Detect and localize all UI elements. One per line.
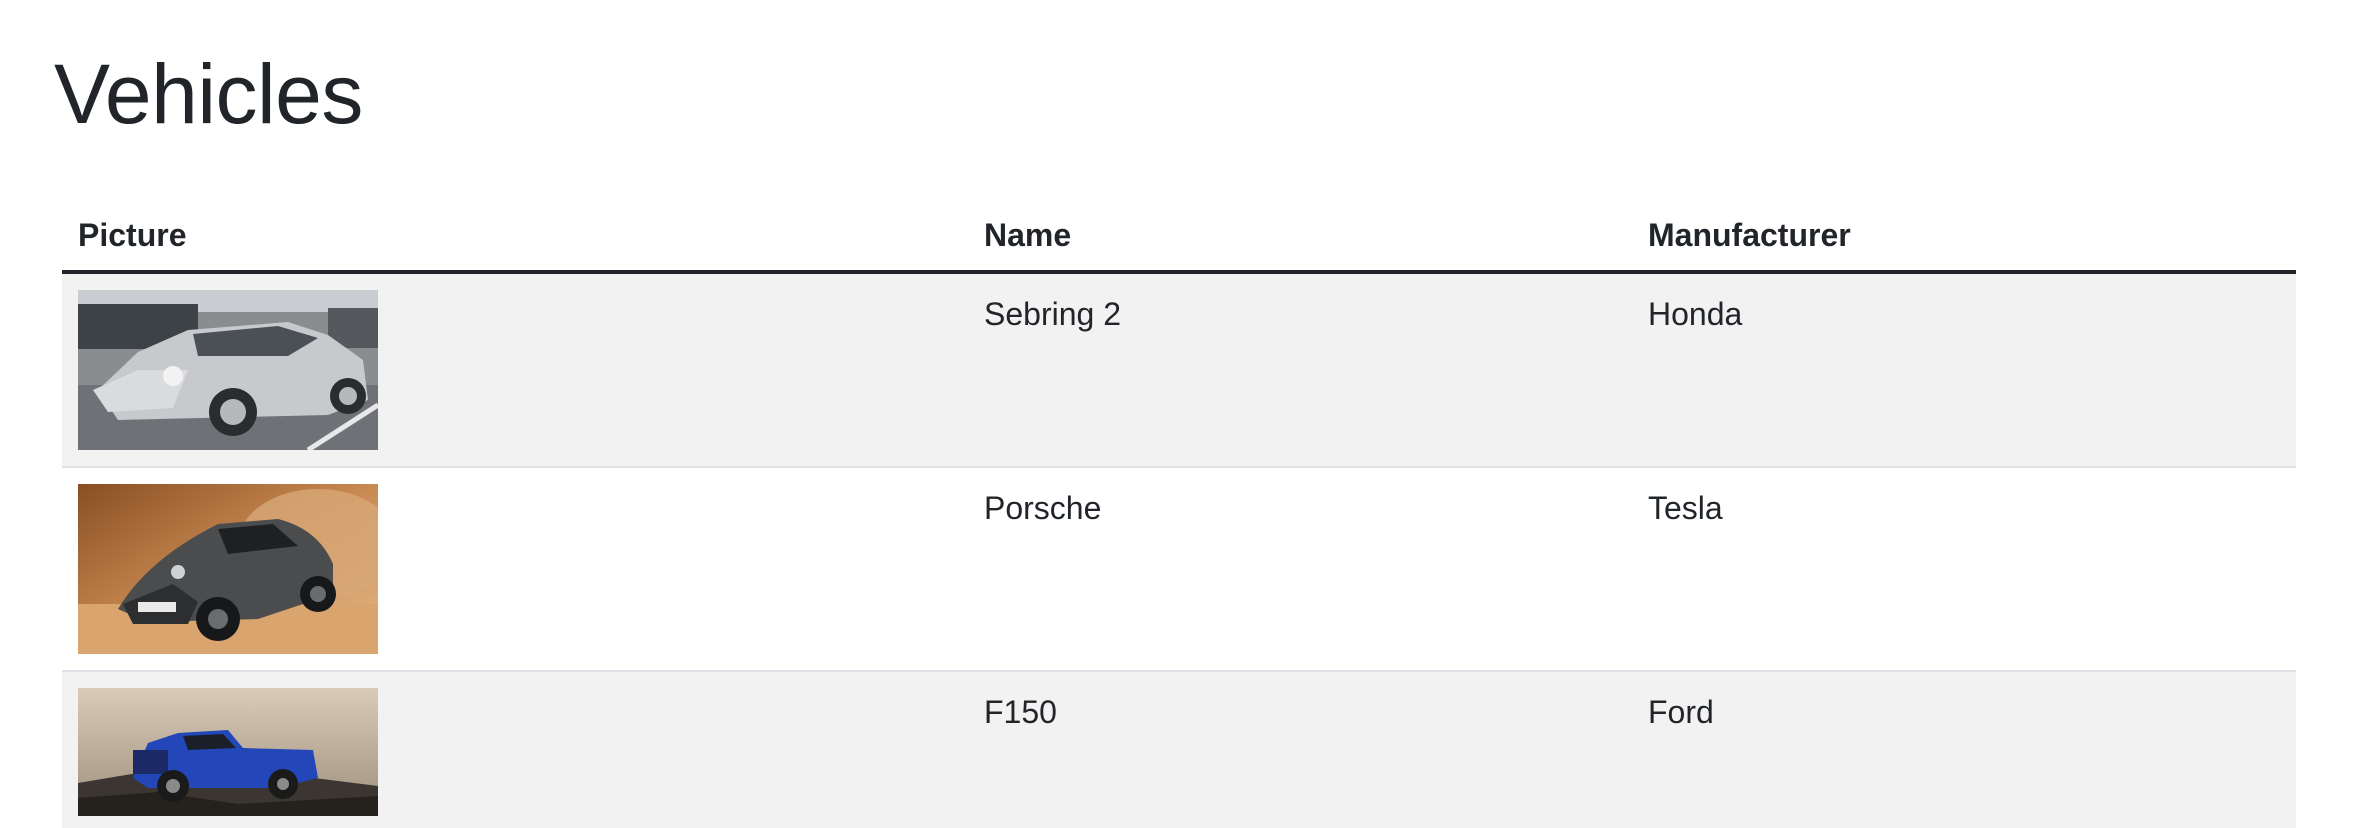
vehicle-name: Porsche bbox=[984, 490, 1102, 526]
vehicle-name: Sebring 2 bbox=[984, 296, 1121, 332]
table-row: Porsche Tesla bbox=[62, 467, 2296, 672]
name-cell: F150 bbox=[968, 671, 1632, 828]
page-title: Vehicles bbox=[54, 47, 363, 141]
vehicle-picture bbox=[78, 484, 378, 654]
picture-cell bbox=[62, 272, 968, 468]
vehicle-manufacturer: Honda bbox=[1648, 296, 1743, 332]
manufacturer-cell: Honda bbox=[1632, 272, 2296, 468]
table-body: Sebring 2 Honda Porsche Tesla F150 Ford bbox=[62, 272, 2296, 828]
table-header-row: Picture Name Manufacturer bbox=[62, 200, 2296, 274]
table-row: F150 Ford bbox=[62, 671, 2296, 828]
vehicles-table: Picture Name Manufacturer Sebring 2 Hond… bbox=[62, 200, 2296, 828]
header-picture: Picture bbox=[62, 200, 968, 274]
vehicles-page: Vehicles Picture Name Manufacturer Sebri… bbox=[0, 0, 2364, 828]
picture-cell bbox=[62, 671, 968, 828]
vehicle-picture bbox=[78, 688, 378, 816]
vehicle-manufacturer: Tesla bbox=[1648, 490, 1723, 526]
name-cell: Porsche bbox=[968, 467, 1632, 672]
name-cell: Sebring 2 bbox=[968, 272, 1632, 468]
vehicle-name: F150 bbox=[984, 694, 1057, 730]
vehicle-manufacturer: Ford bbox=[1648, 694, 1714, 730]
table-row: Sebring 2 Honda bbox=[62, 272, 2296, 468]
header-name: Name bbox=[968, 200, 1632, 274]
vehicle-picture bbox=[78, 290, 378, 450]
manufacturer-cell: Tesla bbox=[1632, 467, 2296, 672]
manufacturer-cell: Ford bbox=[1632, 671, 2296, 828]
header-manufacturer: Manufacturer bbox=[1632, 200, 2296, 274]
picture-cell bbox=[62, 467, 968, 672]
table-header: Picture Name Manufacturer bbox=[62, 200, 2296, 274]
